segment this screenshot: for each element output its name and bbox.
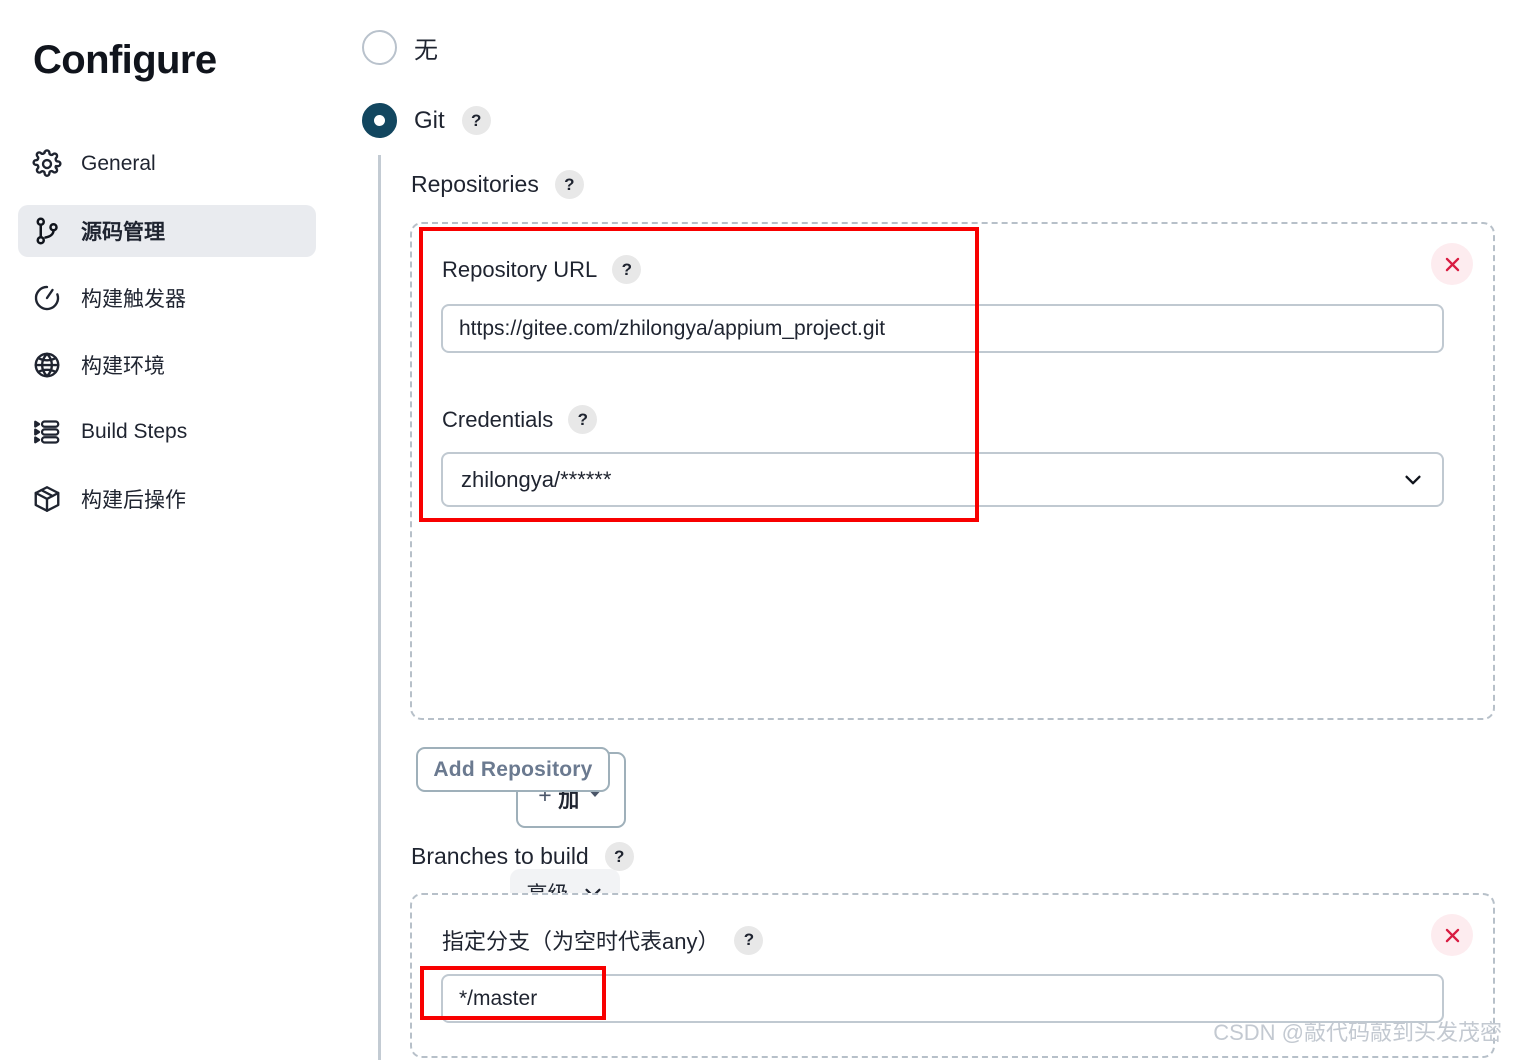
help-icon-git[interactable]: ? <box>461 106 491 135</box>
add-repository-label: Add Repository <box>433 757 593 781</box>
branch-specifier-label-text: 指定分支（为空时代表any） <box>442 929 720 954</box>
credentials-select[interactable]: zhilongya/****** <box>441 452 1444 507</box>
scm-panel: 无 Git ? Repositories ? Repository URL ? … <box>340 0 1522 1060</box>
sidebar-item-build-triggers[interactable]: 构建触发器 <box>18 272 316 324</box>
help-icon-repository-url[interactable]: ? <box>612 255 642 284</box>
credentials-label: Credentials ? <box>442 405 598 434</box>
scm-option-none[interactable]: 无 <box>362 30 438 65</box>
radio-none-label: 无 <box>414 37 438 64</box>
sidebar-item-label: General <box>81 152 156 175</box>
sidebar-item-label: 构建环境 <box>81 355 165 378</box>
sidebar-item-label: 构建触发器 <box>81 288 186 311</box>
sidebar-item-build-steps[interactable]: Build Steps <box>18 406 316 458</box>
sidebar: Configure General 源码管理 构建触发器 构建环境 Build … <box>0 0 340 1060</box>
list-icon <box>32 417 62 447</box>
sidebar-item-label: Build Steps <box>81 420 188 443</box>
help-icon-branch-specifier[interactable]: ? <box>734 925 764 955</box>
radio-none-button[interactable] <box>362 30 397 65</box>
nesting-indicator-line <box>378 155 381 1060</box>
branches-section-label: Branches to build ? <box>411 842 634 871</box>
remove-branch-button[interactable] <box>1431 914 1473 956</box>
sidebar-item-source-code-management[interactable]: 源码管理 <box>18 205 316 257</box>
jenkins-configure-page: Configure General 源码管理 构建触发器 构建环境 Build … <box>0 0 1522 1060</box>
gear-icon <box>32 149 62 179</box>
sidebar-item-post-build-actions[interactable]: 构建后操作 <box>18 473 316 525</box>
sidebar-item-build-environment[interactable]: 构建环境 <box>18 339 316 391</box>
clock-icon <box>32 283 62 313</box>
sidebar-item-label: 构建后操作 <box>81 489 186 512</box>
sidebar-item-label: 源码管理 <box>81 221 165 244</box>
branch-specifier-label: 指定分支（为空时代表any） ? <box>442 924 764 956</box>
radio-git-button[interactable] <box>362 103 397 138</box>
repository-url-label-text: Repository URL <box>442 256 598 282</box>
add-repository-button[interactable]: Add Repository <box>416 747 610 792</box>
sidebar-item-general[interactable]: General <box>18 138 316 190</box>
radio-git-label: Git <box>414 106 445 134</box>
globe-icon <box>32 350 62 380</box>
credentials-select-value: zhilongya/****** <box>461 466 612 492</box>
page-title: Configure <box>33 38 217 82</box>
close-icon <box>1445 928 1459 942</box>
git-branch-icon <box>32 216 62 246</box>
help-icon-repositories[interactable]: ? <box>554 170 584 199</box>
repositories-section-label: Repositories ? <box>411 170 584 199</box>
sidebar-nav: General 源码管理 构建触发器 构建环境 Build Steps 构建后操… <box>18 138 316 540</box>
help-icon-branches[interactable]: ? <box>604 842 634 871</box>
branches-label-text: Branches to build <box>411 843 589 869</box>
credentials-label-text: Credentials <box>442 406 554 432</box>
repository-url-label: Repository URL ? <box>442 255 642 284</box>
repository-url-input[interactable]: https://gitee.com/zhilongya/appium_proje… <box>441 304 1444 353</box>
close-icon <box>1445 257 1459 271</box>
scm-option-git[interactable]: Git ? <box>362 103 491 138</box>
watermark: CSDN @敲代码敲到头发茂密 <box>1213 1020 1502 1045</box>
package-icon <box>32 484 62 514</box>
remove-repository-button[interactable] <box>1431 243 1473 285</box>
repository-entry-block: Repository URL ? https://gitee.com/zhilo… <box>410 222 1495 916</box>
help-icon-credentials[interactable]: ? <box>568 405 598 434</box>
chevron-down-icon <box>1405 475 1421 484</box>
repositories-label-text: Repositories <box>411 171 539 197</box>
